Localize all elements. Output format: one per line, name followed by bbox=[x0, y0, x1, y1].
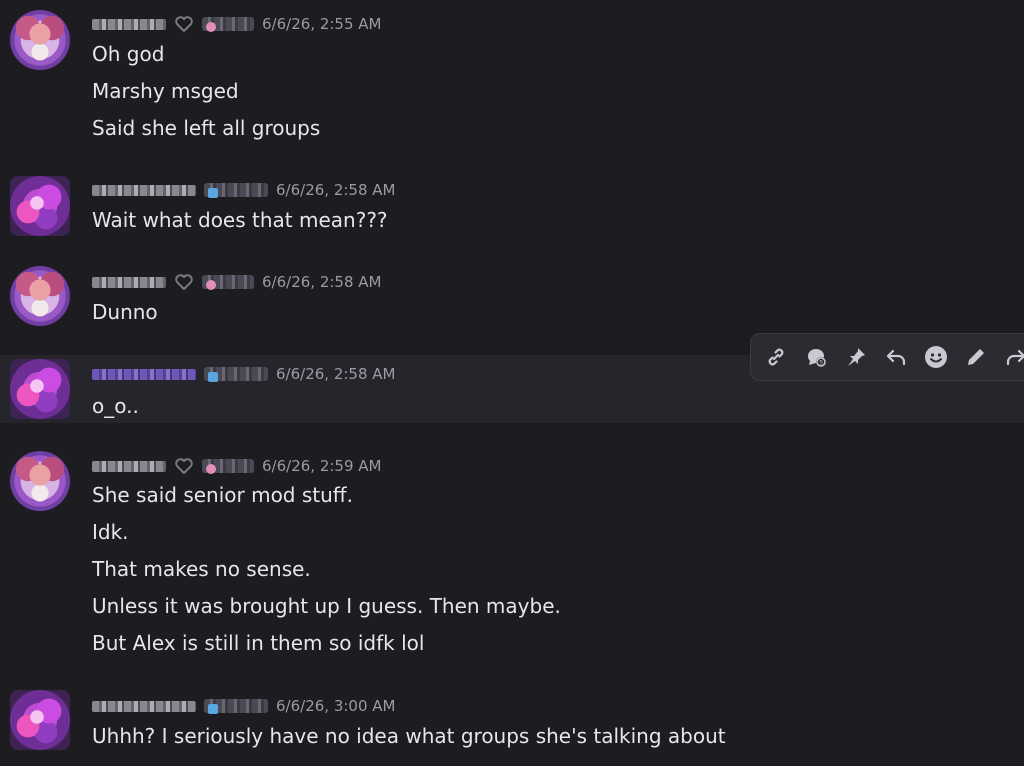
message-group: 6/6/26, 2:55 AM Oh god Marshy msged Said… bbox=[0, 0, 1024, 160]
message-header: 6/6/26, 2:55 AM bbox=[92, 13, 381, 35]
avatar[interactable] bbox=[10, 266, 70, 326]
message-header: 6/6/26, 2:58 AM bbox=[92, 363, 395, 385]
message-actions-toolbar: 5 bbox=[750, 333, 1024, 381]
message-line: Unless it was brought up I guess. Then m… bbox=[92, 594, 561, 618]
message-header: 6/6/26, 2:58 AM bbox=[92, 179, 395, 201]
message-header: 6/6/26, 3:00 AM bbox=[92, 695, 395, 717]
message-line: Oh god bbox=[92, 42, 165, 66]
role-tag-redacted bbox=[204, 367, 268, 382]
message-line: That makes no sense. bbox=[92, 557, 311, 581]
forward-icon bbox=[1004, 345, 1024, 369]
avatar[interactable] bbox=[10, 690, 70, 750]
reply-icon bbox=[884, 345, 908, 369]
username-redacted[interactable] bbox=[92, 18, 166, 30]
message-line: Dunno bbox=[92, 300, 158, 324]
username-redacted[interactable] bbox=[92, 276, 166, 288]
message-header: 6/6/26, 2:58 AM bbox=[92, 271, 381, 293]
role-tag-redacted bbox=[202, 459, 254, 474]
role-tag-redacted bbox=[204, 183, 268, 198]
username-redacted[interactable] bbox=[92, 700, 196, 712]
thread-icon: 5 bbox=[804, 345, 828, 369]
message-header: 6/6/26, 2:59 AM bbox=[92, 455, 381, 477]
pin-icon bbox=[844, 345, 868, 369]
username-redacted[interactable] bbox=[92, 184, 196, 196]
message-line: Said she left all groups bbox=[92, 116, 321, 140]
timestamp: 6/6/26, 2:58 AM bbox=[276, 365, 396, 383]
create-thread-button[interactable]: 5 bbox=[801, 342, 831, 372]
timestamp: 6/6/26, 2:55 AM bbox=[262, 15, 382, 33]
edit-button[interactable] bbox=[961, 342, 991, 372]
link-icon bbox=[764, 345, 788, 369]
username-redacted[interactable] bbox=[92, 460, 166, 472]
edit-icon bbox=[964, 345, 988, 369]
role-tag-redacted bbox=[202, 275, 254, 290]
heart-icon bbox=[174, 272, 194, 292]
avatar[interactable] bbox=[10, 359, 70, 419]
message-group: 6/6/26, 2:59 AM She said senior mod stuf… bbox=[0, 443, 1024, 673]
add-reaction-button[interactable] bbox=[921, 342, 951, 372]
message-line: Marshy msged bbox=[92, 79, 239, 103]
message-line: Uhhh? I seriously have no idea what grou… bbox=[92, 724, 726, 748]
message-line: But Alex is still in them so idfk lol bbox=[92, 631, 425, 655]
message-line: She said senior mod stuff. bbox=[92, 483, 353, 507]
heart-icon bbox=[174, 456, 194, 476]
reply-button[interactable] bbox=[881, 342, 911, 372]
timestamp: 6/6/26, 2:59 AM bbox=[262, 457, 382, 475]
avatar[interactable] bbox=[10, 451, 70, 511]
emoji-icon bbox=[923, 344, 949, 370]
avatar[interactable] bbox=[10, 10, 70, 70]
message-line: Wait what does that mean??? bbox=[92, 208, 388, 232]
heart-icon bbox=[174, 14, 194, 34]
role-tag-redacted bbox=[202, 17, 254, 32]
role-tag-redacted bbox=[204, 699, 268, 714]
message-line: Idk. bbox=[92, 520, 129, 544]
message-group: 6/6/26, 2:58 AM Wait what does that mean… bbox=[0, 168, 1024, 252]
message-line: o_o.. bbox=[92, 394, 139, 418]
forward-button[interactable] bbox=[1001, 342, 1024, 372]
avatar[interactable] bbox=[10, 176, 70, 236]
message-group: 6/6/26, 3:00 AM Uhhh? I seriously have n… bbox=[0, 684, 1024, 766]
pin-button[interactable] bbox=[841, 342, 871, 372]
copy-link-button[interactable] bbox=[761, 342, 791, 372]
chat-message-list: 6/6/26, 2:55 AM Oh god Marshy msged Said… bbox=[0, 0, 1024, 766]
timestamp: 6/6/26, 2:58 AM bbox=[276, 181, 396, 199]
svg-text:5: 5 bbox=[819, 360, 823, 367]
timestamp: 6/6/26, 2:58 AM bbox=[262, 273, 382, 291]
timestamp: 6/6/26, 3:00 AM bbox=[276, 697, 396, 715]
username-redacted[interactable] bbox=[92, 368, 196, 380]
